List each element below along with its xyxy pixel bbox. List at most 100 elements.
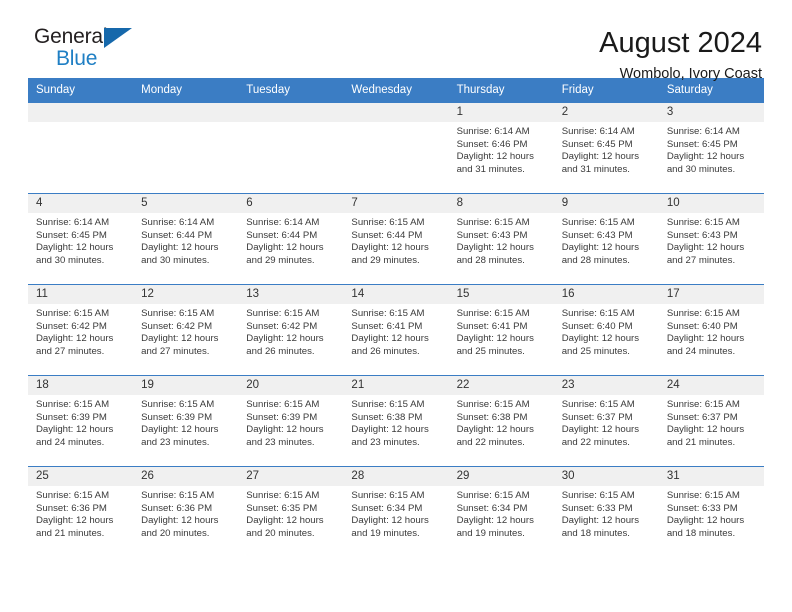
- day-info-line: Sunrise: 6:15 AM: [36, 490, 110, 501]
- day-info-line: Sunrise: 6:15 AM: [36, 308, 110, 319]
- day-info-line: Sunset: 6:35 PM: [246, 502, 318, 514]
- calendar-day-cell[interactable]: 4 Sunrise: 6:14 AM Sunset: 6:45 PM Daylight…: [28, 193, 134, 285]
- calendar-day-cell[interactable]: 11 Sunrise: 6:15 AM Sunset: 6:42 PM Dayligh…: [28, 284, 134, 376]
- calendar-day-cell[interactable]: 25 Sunrise: 6:15 AM Sunset: 6:36 PM Dayligh…: [28, 466, 134, 558]
- calendar-day-cell[interactable]: 6 Sunrise: 6:14 AM Sunset: 6:44 PM Daylight…: [238, 193, 344, 285]
- day-info-line: Sunset: 6:41 PM: [351, 320, 423, 332]
- day-info-line: Sunrise: 6:15 AM: [456, 217, 530, 228]
- day-number: 24: [658, 376, 764, 395]
- calendar-day-cell[interactable]: 13 Sunrise: 6:15 AM Sunset: 6:42 PM Dayligh…: [238, 284, 344, 376]
- calendar-day-cell[interactable]: 18 Sunrise: 6:15 AM Sunset: 6:39 PM Dayligh…: [28, 375, 134, 467]
- calendar-day-cell[interactable]: 19 Sunrise: 6:15 AM Sunset: 6:39 PM Dayligh…: [133, 375, 239, 467]
- day-number: 27: [238, 467, 344, 486]
- day-number: 13: [238, 285, 344, 304]
- day-info-line: and 24 minutes.: [666, 345, 736, 357]
- day-info-line: Sunrise: 6:15 AM: [561, 217, 635, 228]
- calendar-day-cell[interactable]: 23 Sunrise: 6:15 AM Sunset: 6:37 PM Dayligh…: [553, 375, 659, 467]
- calendar-day-cell[interactable]: 20 Sunrise: 6:15 AM Sunset: 6:39 PM Dayligh…: [238, 375, 344, 467]
- calendar-day-cell[interactable]: 8 Sunrise: 6:15 AM Sunset: 6:43 PM Daylight…: [448, 193, 554, 285]
- calendar-day-cell[interactable]: 28 Sunrise: 6:15 AM Sunset: 6:34 PM Dayligh…: [343, 466, 449, 558]
- day-number: 7: [343, 194, 449, 213]
- day-number: 12: [133, 285, 239, 304]
- day-number: 29: [448, 467, 554, 486]
- day-info-line: Sunset: 6:36 PM: [36, 502, 107, 514]
- calendar-day-cell[interactable]: 30 Sunrise: 6:15 AM Sunset: 6:33 PM Dayligh…: [553, 466, 659, 558]
- calendar-day-cell[interactable]: 12 Sunrise: 6:15 AM Sunset: 6:42 PM Dayligh…: [133, 284, 239, 376]
- calendar-day-cell[interactable]: 31 Sunrise: 6:15 AM Sunset: 6:33 PM Dayligh…: [658, 466, 764, 558]
- calendar-day-cell[interactable]: 27 Sunrise: 6:15 AM Sunset: 6:35 PM Dayligh…: [238, 466, 344, 558]
- day-info-line: Daylight: 12 hours: [141, 333, 219, 345]
- calendar-empty-cell: [133, 102, 239, 194]
- day-number: 26: [133, 467, 239, 486]
- day-number: 25: [28, 467, 134, 486]
- day-info-line: Sunset: 6:42 PM: [141, 320, 213, 332]
- day-number: [133, 103, 239, 122]
- day-number: 21: [343, 376, 449, 395]
- calendar-day-cell[interactable]: 21 Sunrise: 6:15 AM Sunset: 6:38 PM Dayligh…: [343, 375, 449, 467]
- day-info-line: Daylight: 12 hours: [351, 333, 429, 345]
- day-sun-info: Sunrise: 6:15 AM Sunset: 6:33 PM Daylight:…: [554, 486, 659, 540]
- day-info-line: Daylight: 12 hours: [666, 424, 745, 436]
- logo-text-blue: Blue: [56, 47, 98, 70]
- day-info-line: Sunset: 6:39 PM: [141, 411, 213, 423]
- day-info-line: Sunrise: 6:14 AM: [456, 126, 530, 137]
- day-sun-info: Sunrise: 6:15 AM Sunset: 6:37 PM Daylight:…: [554, 395, 659, 449]
- calendar-day-cell[interactable]: 9 Sunrise: 6:15 AM Sunset: 6:43 PM Daylight…: [553, 193, 659, 285]
- day-number: 30: [553, 467, 659, 486]
- day-sun-info: Sunrise: 6:15 AM Sunset: 6:34 PM Daylight:…: [343, 486, 448, 540]
- day-info-line: Sunset: 6:42 PM: [36, 320, 107, 332]
- day-sun-info: Sunrise: 6:15 AM Sunset: 6:42 PM Daylight:…: [133, 304, 238, 358]
- calendar-day-cell[interactable]: 5 Sunrise: 6:14 AM Sunset: 6:44 PM Daylight…: [133, 193, 239, 285]
- day-info-line: and 22 minutes.: [456, 436, 525, 448]
- day-info-line: Daylight: 12 hours: [456, 424, 534, 436]
- calendar-day-cell[interactable]: 7 Sunrise: 6:15 AM Sunset: 6:44 PM Daylight…: [343, 193, 449, 285]
- day-number: 6: [238, 194, 344, 213]
- calendar-day-cell[interactable]: 26 Sunrise: 6:15 AM Sunset: 6:36 PM Dayligh…: [133, 466, 239, 558]
- calendar-day-cell[interactable]: 17 Sunrise: 6:15 AM Sunset: 6:40 PM Dayligh…: [658, 284, 764, 376]
- day-info-line: Daylight: 12 hours: [456, 333, 534, 345]
- day-info-line: Daylight: 12 hours: [36, 333, 114, 345]
- day-info-line: Daylight: 12 hours: [351, 424, 429, 436]
- day-number: 10: [658, 194, 764, 213]
- day-number: [343, 103, 449, 122]
- general-blue-logo: General Blue: [28, 26, 148, 74]
- calendar-day-cell[interactable]: 2 Sunrise: 6:14 AM Sunset: 6:45 PM Daylight…: [553, 102, 659, 194]
- day-info-line: Sunrise: 6:15 AM: [456, 308, 530, 319]
- day-number: 2: [553, 103, 659, 122]
- day-sun-info: Sunrise: 6:15 AM Sunset: 6:36 PM Daylight:…: [133, 486, 238, 540]
- day-number: [28, 103, 134, 122]
- day-info-line: and 31 minutes.: [456, 163, 525, 175]
- calendar-day-cell[interactable]: 16 Sunrise: 6:15 AM Sunset: 6:40 PM Dayligh…: [553, 284, 659, 376]
- day-info-line: Daylight: 12 hours: [141, 242, 219, 254]
- day-info-line: Sunset: 6:33 PM: [666, 502, 738, 514]
- day-info-line: Sunrise: 6:15 AM: [141, 399, 215, 410]
- day-info-line: Sunset: 6:37 PM: [666, 411, 738, 423]
- day-sun-info: Sunrise: 6:14 AM Sunset: 6:45 PM Daylight:…: [659, 122, 764, 176]
- day-info-line: Sunset: 6:45 PM: [36, 229, 107, 241]
- weekday-header-monday: Monday: [133, 78, 239, 103]
- calendar-day-cell[interactable]: 14 Sunrise: 6:15 AM Sunset: 6:41 PM Dayligh…: [343, 284, 449, 376]
- calendar-day-cell[interactable]: 10 Sunrise: 6:15 AM Sunset: 6:43 PM Dayligh…: [658, 193, 764, 285]
- day-info-line: and 18 minutes.: [561, 527, 630, 539]
- day-info-line: and 27 minutes.: [666, 254, 736, 266]
- calendar-day-cell[interactable]: 15 Sunrise: 6:15 AM Sunset: 6:41 PM Dayligh…: [448, 284, 554, 376]
- page-subtitle: Wombolo, Ivory Coast: [619, 66, 762, 82]
- day-info-line: and 19 minutes.: [351, 527, 420, 539]
- day-sun-info: Sunrise: 6:15 AM Sunset: 6:43 PM Daylight:…: [449, 213, 554, 267]
- day-info-line: Sunrise: 6:15 AM: [666, 217, 740, 228]
- calendar-day-cell[interactable]: 24 Sunrise: 6:15 AM Sunset: 6:37 PM Dayligh…: [658, 375, 764, 467]
- day-info-line: Sunset: 6:40 PM: [666, 320, 738, 332]
- day-info-line: Sunrise: 6:15 AM: [141, 308, 215, 319]
- calendar-day-cell[interactable]: 22 Sunrise: 6:15 AM Sunset: 6:38 PM Dayligh…: [448, 375, 554, 467]
- day-sun-info: Sunrise: 6:15 AM Sunset: 6:37 PM Daylight:…: [659, 395, 764, 449]
- calendar-day-cell[interactable]: 1 Sunrise: 6:14 AM Sunset: 6:46 PM Daylight…: [448, 102, 554, 194]
- day-info-line: and 29 minutes.: [246, 254, 315, 266]
- day-info-line: and 18 minutes.: [666, 527, 736, 539]
- day-number: 20: [238, 376, 344, 395]
- day-info-line: Sunset: 6:42 PM: [246, 320, 318, 332]
- calendar-day-cell[interactable]: 3 Sunrise: 6:14 AM Sunset: 6:45 PM Daylight…: [658, 102, 764, 194]
- calendar-day-cell[interactable]: 29 Sunrise: 6:15 AM Sunset: 6:34 PM Dayligh…: [448, 466, 554, 558]
- day-info-line: and 28 minutes.: [561, 254, 630, 266]
- calendar-empty-cell: [343, 102, 449, 194]
- day-info-line: Sunrise: 6:14 AM: [666, 126, 740, 137]
